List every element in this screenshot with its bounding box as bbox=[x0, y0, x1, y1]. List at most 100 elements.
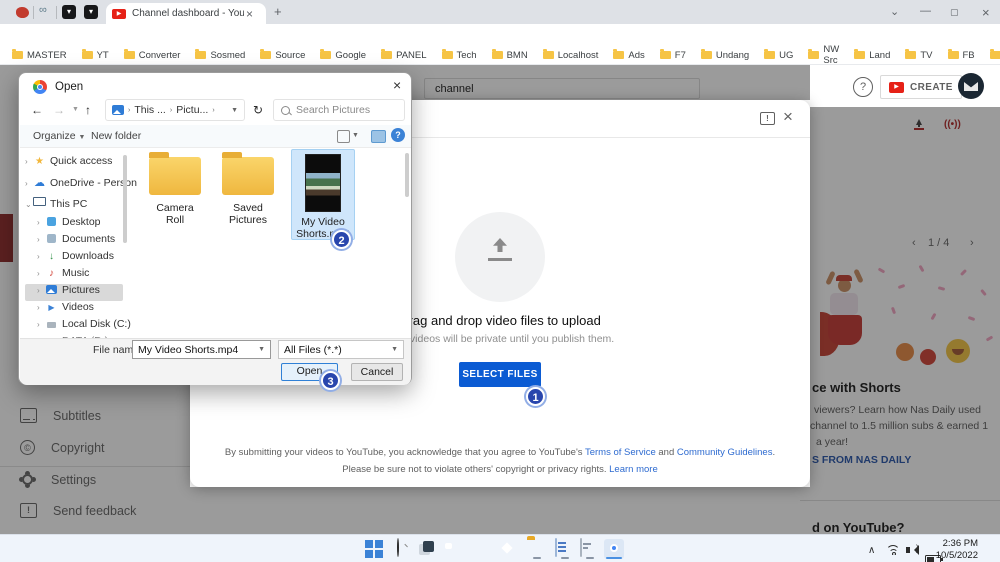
download-icon: ↓ bbox=[49, 251, 54, 262]
edge-icon[interactable] bbox=[468, 539, 488, 559]
learn-more-link[interactable]: Learn more bbox=[609, 464, 658, 475]
create-button[interactable]: ▶ CREATE bbox=[880, 75, 962, 99]
search-box[interactable]: Search Pictures bbox=[273, 99, 405, 121]
bookmark-folder[interactable]: Undang bbox=[700, 49, 749, 61]
bookmark-folder[interactable]: Land bbox=[854, 49, 890, 61]
tree-item-downloads[interactable]: › ↓ Downloads bbox=[25, 250, 137, 267]
bookmark-folder[interactable]: NW Src bbox=[808, 44, 839, 66]
tree-item-onedrive[interactable]: › ☁ OneDrive - Person bbox=[25, 176, 137, 197]
terms-of-service-link[interactable]: Terms of Service bbox=[585, 447, 656, 458]
bookmark-folder[interactable]: Tech bbox=[441, 49, 477, 61]
bookmark-folder[interactable]: MASTER bbox=[12, 49, 67, 61]
task-view-icon[interactable] bbox=[417, 539, 437, 559]
file-item-camera-roll[interactable]: Camera Roll bbox=[149, 152, 201, 226]
app-window-icon[interactable] bbox=[580, 538, 600, 559]
select-files-button[interactable]: SELECT FILES bbox=[459, 362, 541, 387]
infinity-icon[interactable]: ∞ bbox=[39, 4, 47, 16]
upload-circle[interactable] bbox=[455, 212, 545, 302]
photos-icon[interactable] bbox=[498, 539, 518, 559]
file-item-my-video-selected[interactable]: My Video Shorts.mp4 bbox=[291, 149, 355, 240]
recent-locations-icon[interactable]: ▼ bbox=[72, 106, 79, 113]
preview-pane-icon[interactable] bbox=[371, 130, 386, 143]
maximize-button[interactable]: ▢ bbox=[950, 7, 959, 18]
file-name-input[interactable]: My Video Shorts.mp4 ▼ bbox=[132, 340, 271, 359]
help-icon[interactable]: ? bbox=[391, 128, 405, 142]
bookmark-folder[interactable]: Localhost bbox=[542, 49, 598, 61]
pinned-tab-icon[interactable]: ▾ bbox=[84, 5, 98, 19]
folder-icon bbox=[260, 49, 272, 59]
bookmark-folder[interactable]: Sosmed bbox=[195, 49, 245, 61]
file-type-select[interactable]: All Files (*.*) ▼ bbox=[278, 340, 404, 359]
send-feedback-icon[interactable]: ! bbox=[760, 112, 775, 125]
teams-chat-icon[interactable] bbox=[441, 539, 461, 559]
folder-icon bbox=[989, 49, 1000, 59]
tree-item-local-disk-c[interactable]: › Local Disk (C:) bbox=[25, 318, 137, 335]
pinned-tab-icon[interactable]: ▾ bbox=[62, 5, 76, 19]
tree-item-videos[interactable]: › ▶ Videos bbox=[25, 301, 137, 318]
tree-scrollbar[interactable] bbox=[123, 155, 127, 243]
bookmark-folder[interactable]: TV bbox=[905, 49, 933, 61]
close-window-button[interactable]: × bbox=[982, 5, 990, 20]
file-item-saved-pictures[interactable]: Saved Pictures bbox=[222, 152, 274, 226]
tree-item-this-pc[interactable]: ⌄ This PC bbox=[25, 197, 137, 216]
annotation-step-2: 2 bbox=[332, 230, 351, 249]
tree-item-music[interactable]: › ♪ Music bbox=[25, 267, 137, 284]
notepad-icon[interactable] bbox=[555, 538, 575, 559]
wifi-icon[interactable] bbox=[886, 545, 900, 555]
video-thumbnail bbox=[305, 154, 341, 212]
breadcrumb-pictures[interactable]: Pictu... bbox=[176, 104, 208, 116]
chevron-down-icon[interactable]: ▼ bbox=[231, 107, 238, 114]
tree-item-documents[interactable]: › Documents bbox=[25, 233, 137, 250]
tree-item-quick-access[interactable]: › ★ Quick access bbox=[25, 155, 137, 176]
bookmark-folder[interactable]: UG bbox=[764, 49, 793, 61]
bookmark-folder[interactable]: Google bbox=[320, 49, 366, 61]
clock[interactable]: 2:36 PM 10/5/2022 bbox=[920, 538, 978, 562]
back-icon[interactable]: ← bbox=[31, 103, 43, 117]
breadcrumb-this-pc[interactable]: This ... bbox=[134, 104, 166, 116]
bookmark-folder[interactable]: F7 bbox=[659, 49, 686, 61]
tab-close-icon[interactable]: × bbox=[246, 7, 253, 21]
chrome-icon[interactable] bbox=[604, 539, 624, 559]
chevron-down-icon[interactable]: ▼ bbox=[352, 132, 359, 139]
organize-menu[interactable]: Organize ▼ bbox=[33, 130, 85, 142]
refresh-icon[interactable]: ↻ bbox=[253, 103, 263, 117]
folder-icon bbox=[764, 49, 776, 59]
cancel-button[interactable]: Cancel bbox=[351, 363, 403, 381]
extension-red-icon[interactable] bbox=[16, 7, 29, 18]
file-explorer-icon[interactable] bbox=[527, 539, 547, 559]
dialog-close-icon[interactable]: × bbox=[393, 77, 401, 93]
bookmark-folder[interactable]: Converter bbox=[123, 49, 180, 61]
tab-search-icon[interactable]: ⌄ bbox=[890, 5, 899, 18]
bookmark-folder[interactable]: Ads bbox=[613, 49, 645, 61]
active-tab[interactable]: ▶ Channel dashboard - YouTube S × bbox=[106, 3, 266, 24]
tree-item-desktop[interactable]: › Desktop bbox=[25, 216, 137, 233]
view-options-icon[interactable] bbox=[337, 130, 350, 143]
file-list-scrollbar[interactable] bbox=[405, 153, 409, 197]
up-icon[interactable]: ↑ bbox=[85, 103, 91, 117]
bookmark-folder[interactable]: BMN bbox=[491, 49, 528, 61]
breadcrumb[interactable]: › This ... › Pictu... › ▼ bbox=[105, 99, 245, 121]
forward-icon[interactable]: → bbox=[53, 103, 65, 117]
taskbar-search-icon[interactable] bbox=[393, 538, 413, 559]
bookmark-folder[interactable]: FB bbox=[947, 49, 975, 61]
bookmark-folder[interactable]: Source bbox=[260, 49, 305, 61]
bookmark-folder[interactable]: PANEL bbox=[381, 49, 427, 61]
new-folder-button[interactable]: New folder bbox=[91, 130, 141, 142]
minimize-button[interactable]: — bbox=[920, 5, 931, 17]
bookmark-folder[interactable]: YT bbox=[81, 49, 109, 61]
bookmark-folder[interactable]: Gov bbox=[989, 49, 1000, 61]
tab-strip: ∞ ▾ ▾ ▶ Channel dashboard - YouTube S × … bbox=[0, 0, 1000, 24]
tree-item-pictures[interactable]: › Pictures bbox=[25, 284, 123, 301]
search-icon bbox=[281, 105, 290, 115]
dialog-close-icon[interactable]: × bbox=[783, 107, 793, 127]
help-icon[interactable]: ? bbox=[853, 77, 873, 97]
disk-icon bbox=[45, 318, 58, 330]
folder-tree: › ★ Quick access › ☁ OneDrive - Person ⌄ This… bbox=[25, 155, 137, 347]
folder-icon bbox=[491, 49, 503, 59]
community-guidelines-link[interactable]: Community Guidelines bbox=[677, 447, 773, 458]
channel-avatar[interactable] bbox=[958, 73, 984, 99]
tab-title: Channel dashboard - YouTube S bbox=[132, 8, 244, 19]
start-button[interactable] bbox=[364, 539, 386, 561]
tray-expand-icon[interactable]: ∧ bbox=[868, 545, 875, 556]
new-tab-button[interactable]: + bbox=[274, 4, 282, 19]
